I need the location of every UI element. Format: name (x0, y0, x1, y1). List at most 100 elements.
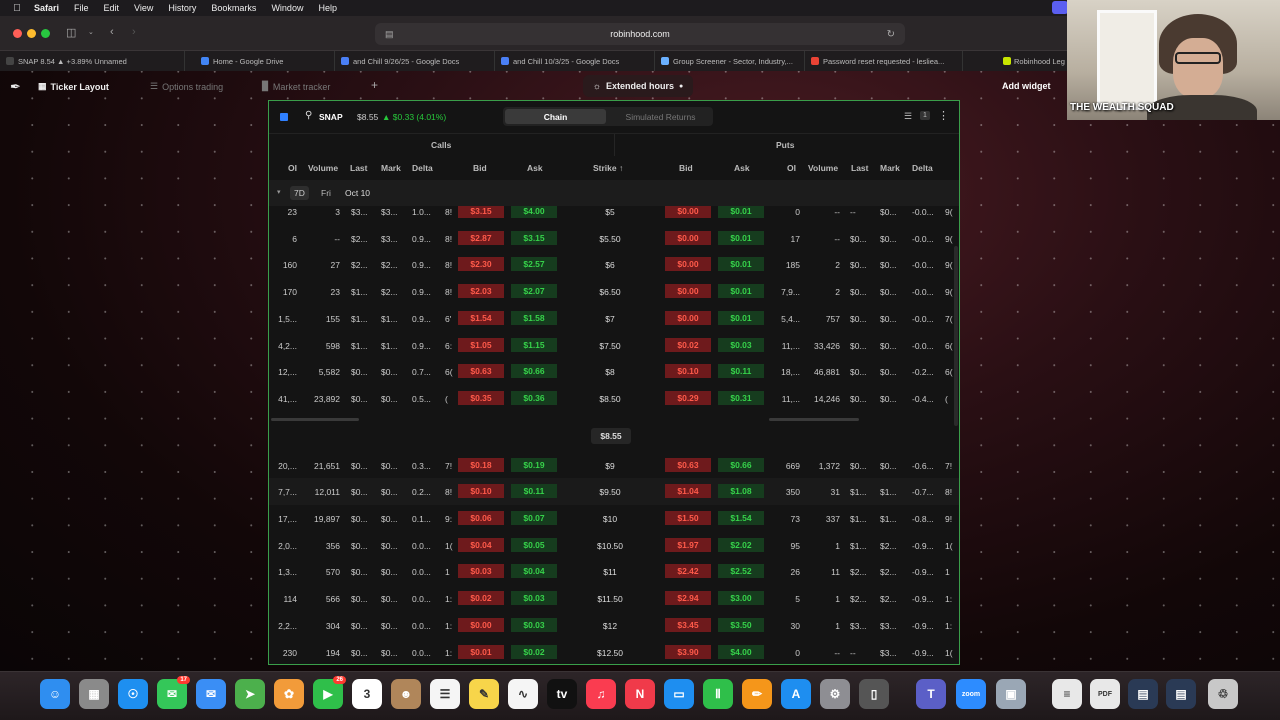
ticker-symbol[interactable]: SNAP (319, 112, 343, 122)
call-bid-button[interactable]: $0.06 (458, 511, 504, 525)
chain-row[interactable]: 160 27 $2... $2... 0.9... 8! $2.30 $2.57 $6 $0.00… (269, 251, 959, 278)
calendar-icon[interactable]: 3 (352, 679, 382, 709)
chain-row[interactable]: 23 3 $3... $3... 1.0... 8! $3.15 $4.00 $5 $0.00 $0… (269, 206, 959, 225)
tab-gmail-password-reset[interactable]: Password reset requested - lesliea... (805, 51, 963, 71)
call-bid-button[interactable]: $1.54 (458, 310, 504, 325)
tab-options-trading[interactable]: ☰ Options trading (150, 81, 223, 92)
vertical-scrollbar[interactable] (954, 246, 958, 426)
put-ask-button[interactable]: $4.00 (718, 644, 764, 659)
col-put-delta[interactable]: Delta (912, 163, 933, 173)
call-ask-button[interactable]: $0.02 (511, 644, 557, 659)
facetime-icon[interactable]: ▶ 26 (313, 676, 346, 709)
chain-row[interactable]: 114 566 $0... $0... 0.0... 1: $0.02 $0.03 $11.50… (269, 585, 959, 612)
apple-icon[interactable]:  (12, 3, 22, 14)
put-bid-button[interactable]: $3.90 (665, 644, 711, 659)
put-bid-button[interactable]: $0.00 (665, 257, 711, 272)
chain-row[interactable]: 2,2... 304 $0... $0... 0.0... 1: $0.00 $0.03 $12… (269, 612, 959, 639)
chain-row[interactable]: 4,2... 598 $1... $1... 0.9... 6: $1.05 $1.15 $7.… (269, 332, 959, 359)
chain-row[interactable]: 2,0... 356 $0... $0... 0.0... 1($0.04 $0.05 $10… (269, 532, 959, 559)
call-ask-button[interactable]: $0.03 (511, 591, 557, 606)
tab-ticker-layout[interactable]: ▦ Ticker Layout (38, 81, 109, 92)
call-bid-button[interactable]: $2.30 (458, 257, 504, 272)
call-bid-button[interactable]: $2.03 (458, 284, 504, 299)
launchpad-icon[interactable]: ▦ (79, 679, 109, 709)
news-icon[interactable]: N (625, 679, 655, 709)
put-bid-button[interactable]: $0.63 (665, 457, 711, 472)
put-ask-button[interactable]: $2.02 (718, 537, 764, 552)
tab-google-docs-9-26[interactable]: and Chill 9/26/25 - Google Docs (335, 51, 495, 71)
put-bid-button[interactable]: $2.42 (665, 564, 711, 579)
menu-view[interactable]: View (134, 3, 153, 13)
call-bid-button[interactable]: $0.35 (458, 390, 504, 405)
settings-icon[interactable]: ⚙ (820, 679, 850, 709)
put-ask-button[interactable]: $0.01 (718, 284, 764, 299)
call-ask-button[interactable]: $0.07 (511, 511, 557, 525)
photos-icon[interactable]: ✿ (274, 679, 304, 709)
put-ask-button[interactable]: $3.00 (718, 591, 764, 606)
call-ask-button[interactable]: $0.05 (511, 537, 557, 552)
put-ask-button[interactable]: $0.01 (718, 310, 764, 325)
call-bid-button[interactable]: $0.02 (458, 591, 504, 606)
maps-icon[interactable]: ➤ (235, 679, 265, 709)
tab-google-docs-10-3[interactable]: and Chill 10/3/25 - Google Docs (495, 51, 655, 71)
put-ask-button[interactable]: $0.01 (718, 206, 764, 218)
col-strike[interactable]: Strike ↑ (593, 163, 623, 173)
widget-color-tag-icon[interactable] (280, 113, 288, 121)
extended-hours-toggle[interactable]: ☼ Extended hours ● (583, 75, 693, 97)
minimize-window-button[interactable] (27, 29, 36, 38)
call-ask-button[interactable]: $2.57 (511, 257, 557, 272)
tab-market-tracker[interactable]: ▉ Market tracker (262, 81, 330, 92)
put-ask-button[interactable]: $3.50 (718, 617, 764, 632)
screenshot-icon[interactable]: ▤ (1128, 679, 1158, 709)
iphone-mirroring-icon[interactable]: ▯ (859, 679, 889, 709)
call-bid-button[interactable]: $0.63 (458, 364, 504, 379)
put-bid-button[interactable]: $0.00 (665, 230, 711, 245)
address-bar[interactable]: ▤ robinhood.com ↻ (375, 23, 905, 45)
col-call-volume[interactable]: Volume (308, 163, 338, 173)
notes-icon[interactable]: ✎ (469, 679, 499, 709)
menu-bookmarks[interactable]: Bookmarks (211, 3, 256, 13)
numbers-icon[interactable]: Ⅱ (703, 679, 733, 709)
put-bid-button[interactable]: $0.29 (665, 390, 711, 405)
trash-icon[interactable]: ♲ (1208, 679, 1238, 709)
chain-row[interactable]: 230 194 $0... $0... 0.0... 1: $0.01 $0.02 $12.50… (269, 639, 959, 665)
add-widget-button[interactable]: Add widget (1002, 81, 1051, 91)
col-put-bid[interactable]: Bid (679, 163, 693, 173)
call-ask-button[interactable]: $0.66 (511, 364, 557, 379)
mail-icon[interactable]: ✉ (196, 679, 226, 709)
freeform-icon[interactable]: ∿ (508, 679, 538, 709)
col-put-ask[interactable]: Ask (734, 163, 750, 173)
chain-row[interactable]: 170 23 $1... $2... 0.9... 8! $2.03 $2.07 $6.50 $0… (269, 278, 959, 305)
col-call-delta[interactable]: Delta (412, 163, 433, 173)
more-options-icon[interactable]: ⋮ (938, 109, 949, 122)
menu-file[interactable]: File (74, 3, 89, 13)
chain-row[interactable]: 17,... 19,897 $0... $0... 0.1... 9: $0.06 $0.07… (269, 505, 959, 532)
pdf-icon[interactable]: PDF (1090, 679, 1120, 709)
chain-row[interactable]: 41,... 23,892 $0... $0... 0.5... ($0.35 $0.36 $… (269, 385, 959, 412)
chain-row[interactable]: 7,7... 12,011 $0... $0... 0.2... 8! $0.10 $0.11… (269, 478, 959, 505)
tab-chain[interactable]: Chain (505, 109, 606, 124)
call-ask-button[interactable]: $0.04 (511, 564, 557, 579)
music-icon[interactable]: ♫ (586, 679, 616, 709)
sidebar-toggle-icon[interactable]: ◫ (66, 26, 76, 39)
put-bid-button[interactable]: $1.04 (665, 484, 711, 499)
tab-robinhood-legend[interactable]: Robinhood Leg (1000, 51, 1067, 71)
col-call-last[interactable]: Last (350, 163, 367, 173)
tab-snap-unnamed[interactable]: SNAP 8.54 ▲ +3.89% Unnamed (0, 51, 185, 71)
page-menu-icon[interactable]: ▤ (385, 29, 394, 40)
keynote-icon[interactable]: ▭ (664, 679, 694, 709)
col-put-last[interactable]: Last (851, 163, 868, 173)
back-icon[interactable]: ‹ (110, 26, 114, 38)
messages-icon[interactable]: ✉ 17 (157, 676, 190, 709)
menu-safari[interactable]: Safari (34, 3, 59, 13)
pages-icon[interactable]: ✏ (742, 679, 772, 709)
call-ask-button[interactable]: $0.36 (511, 390, 557, 405)
put-ask-button[interactable]: $0.01 (718, 230, 764, 245)
tv-icon[interactable]: tv (547, 679, 577, 709)
chain-row[interactable]: 1,3... 570 $0... $0... 0.0... 1 $0.03 $0.04 $11 $… (269, 558, 959, 585)
tab-simulated-returns[interactable]: Simulated Returns (610, 109, 711, 124)
col-put-mark[interactable]: Mark (880, 163, 900, 173)
col-put-oi[interactable]: OI (787, 163, 796, 173)
menu-edit[interactable]: Edit (104, 3, 120, 13)
put-ask-button[interactable]: $0.31 (718, 390, 764, 405)
